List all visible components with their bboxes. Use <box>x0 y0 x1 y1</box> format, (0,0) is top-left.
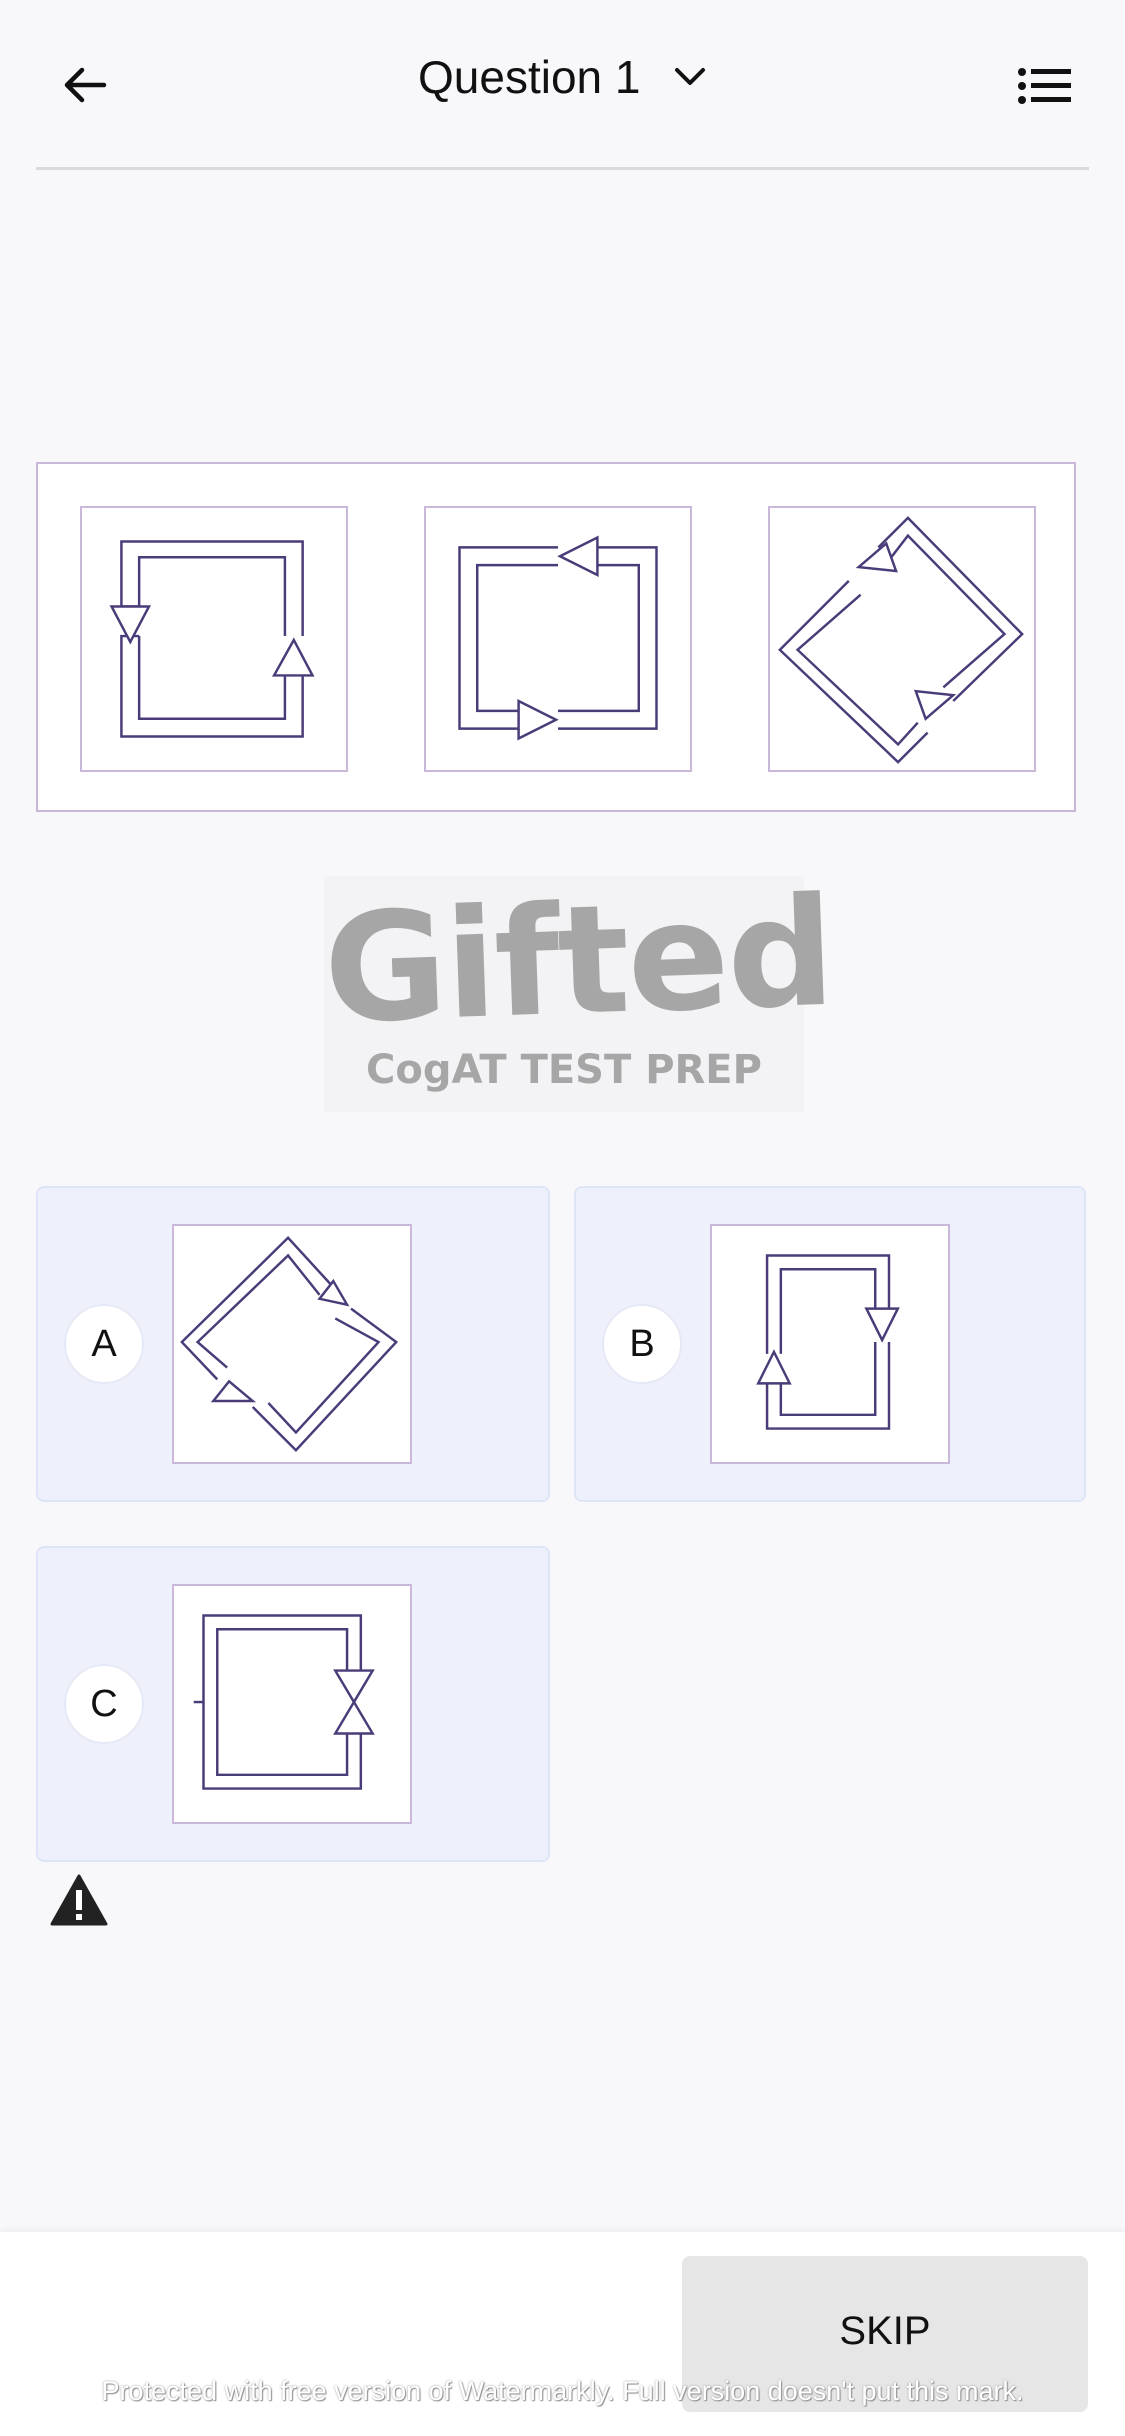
option-letter-c: C <box>64 1664 144 1744</box>
option-c[interactable]: C <box>36 1546 550 1862</box>
warning-triangle-icon[interactable] <box>50 1874 108 1926</box>
question-figure-1 <box>80 506 348 772</box>
question-figure-2 <box>424 506 692 772</box>
question-figure-box <box>36 462 1076 812</box>
top-bar: Question 1 <box>0 0 1125 170</box>
chevron-down-icon <box>673 65 707 89</box>
list-icon[interactable] <box>1018 66 1072 106</box>
option-c-figure <box>172 1584 412 1824</box>
question-figure-3 <box>768 506 1036 772</box>
page-title: Question 1 <box>418 51 641 103</box>
option-letter-b: B <box>602 1304 682 1384</box>
option-a-figure <box>172 1224 412 1464</box>
watermark-text: Protected with free version of Watermark… <box>101 2376 1024 2406</box>
question-selector[interactable]: Question 1 <box>0 50 1125 104</box>
option-letter-a: A <box>64 1304 144 1384</box>
header-divider <box>36 167 1089 170</box>
option-b[interactable]: B <box>574 1186 1086 1502</box>
logo-word: Gifted <box>321 865 836 1058</box>
logo-gifted: Gifted CogAT TEST PREP <box>321 865 836 1112</box>
option-b-figure <box>710 1224 950 1464</box>
option-a[interactable]: A <box>36 1186 550 1502</box>
